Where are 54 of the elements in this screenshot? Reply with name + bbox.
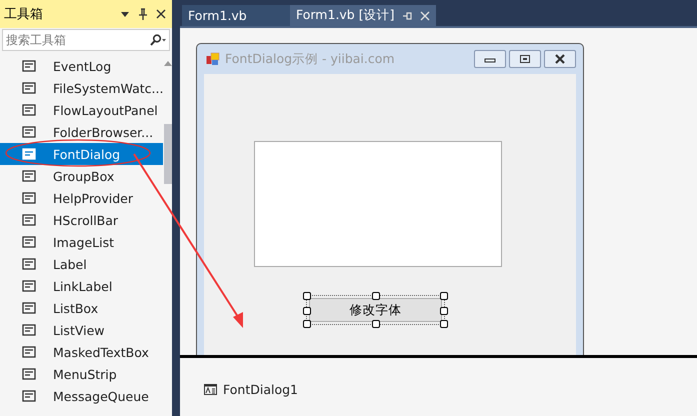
- maximize-icon[interactable]: [519, 54, 531, 64]
- scroll-up-icon[interactable]: [163, 60, 172, 66]
- toolbox-item[interactable]: ListBox: [0, 297, 164, 319]
- minimize-button[interactable]: [474, 50, 506, 68]
- toolbox-item[interactable]: Label: [0, 253, 164, 275]
- dropdown-icon[interactable]: [120, 9, 130, 19]
- resize-handle[interactable]: [372, 292, 380, 300]
- change-font-button[interactable]: 修改字体: [309, 298, 442, 322]
- toolbox-item[interactable]: GroupBox: [0, 165, 164, 187]
- control-icon: [22, 213, 36, 227]
- toolbox-title: 工具箱: [4, 6, 44, 23]
- close-icon[interactable]: [156, 9, 166, 19]
- control-icon: [22, 301, 36, 315]
- control-icon: [22, 367, 36, 381]
- toolbox-item[interactable]: MaskedTextBox: [0, 341, 164, 363]
- toolbox-item[interactable]: ListView: [0, 319, 164, 341]
- toolbox-item[interactable]: ImageList: [0, 231, 164, 253]
- toolbox-item[interactable]: FolderBrowser...: [0, 121, 164, 143]
- tray-component[interactable]: FontDialog1: [204, 382, 298, 397]
- control-icon: [22, 59, 36, 73]
- document-tab[interactable]: Form1.vb: [182, 5, 290, 26]
- control-icon: [22, 147, 36, 161]
- toolbox-item[interactable]: LinkLabel: [0, 275, 164, 297]
- toolbox-item[interactable]: EventLog: [0, 55, 164, 77]
- toolbox-item[interactable]: FontDialog: [0, 143, 164, 165]
- control-icon: [22, 257, 36, 271]
- form-title: FontDialog示例 - yiibai.com: [225, 50, 396, 68]
- search-icon[interactable]: [149, 34, 167, 46]
- control-icon: [22, 235, 36, 249]
- control-icon: [22, 323, 36, 337]
- toolbox-item[interactable]: HScrollBar: [0, 209, 164, 231]
- toolbox-item[interactable]: FileSystemWatc...: [0, 77, 164, 99]
- app-icon: [206, 52, 220, 66]
- close-button[interactable]: [544, 50, 576, 68]
- close-icon[interactable]: [553, 54, 567, 64]
- pin-icon[interactable]: [138, 8, 148, 20]
- control-icon: [22, 125, 36, 139]
- control-icon: [22, 191, 36, 205]
- toolbox-item[interactable]: FlowLayoutPanel: [0, 99, 164, 121]
- resize-handle[interactable]: [372, 320, 380, 328]
- control-icon: [22, 103, 36, 117]
- search-input[interactable]: 搜索工具箱: [6, 33, 149, 47]
- maximize-button[interactable]: [509, 50, 541, 68]
- toolbox-item[interactable]: HelpProvider: [0, 187, 164, 209]
- control-icon: [22, 169, 36, 183]
- control-icon: [22, 345, 36, 359]
- control-icon: [22, 389, 36, 403]
- control-icon: [22, 279, 36, 293]
- control-icon: [22, 81, 36, 95]
- search-field[interactable]: 搜索工具箱: [2, 29, 170, 51]
- font-dialog-icon: [204, 384, 217, 395]
- toolbox-item[interactable]: MessageQueue: [0, 385, 164, 407]
- scrollbar-thumb[interactable]: [164, 124, 172, 184]
- toolbox-item[interactable]: MenuStrip: [0, 363, 164, 385]
